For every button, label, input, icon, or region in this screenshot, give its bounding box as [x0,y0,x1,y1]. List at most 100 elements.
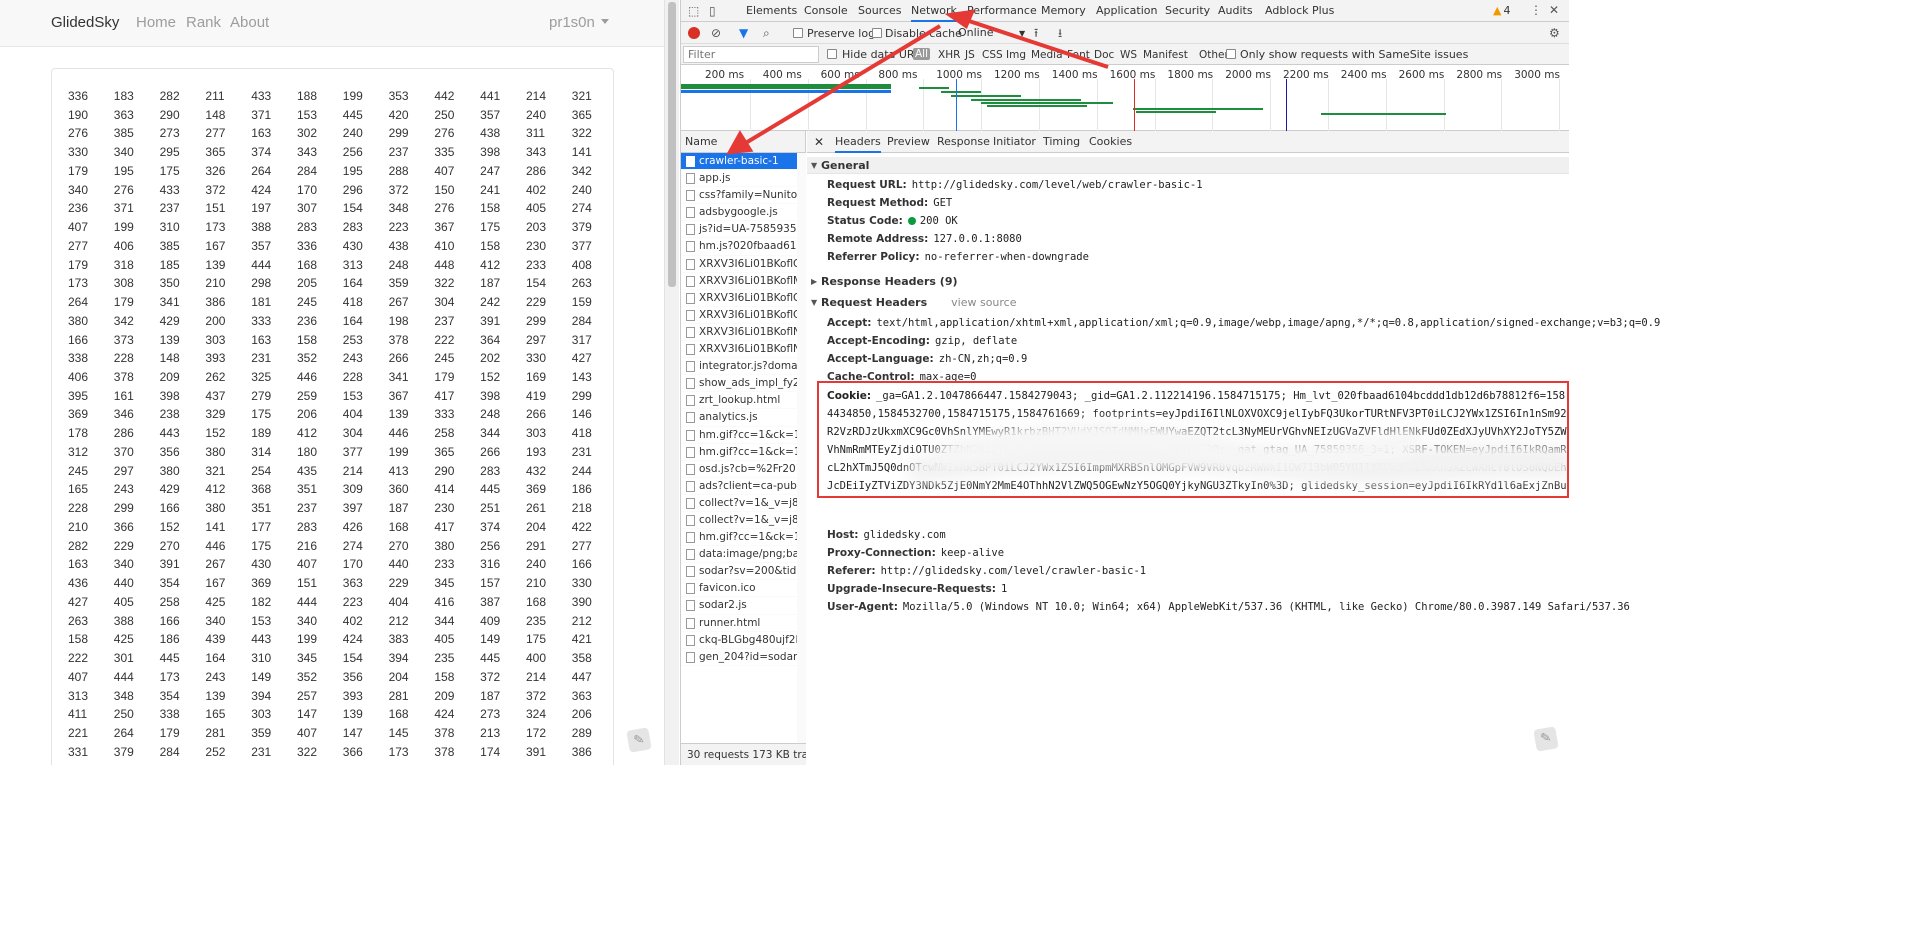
view-source-link[interactable]: view source [951,296,1016,309]
request-row[interactable]: runner.html [681,615,805,632]
tab-application[interactable]: Application [1096,0,1157,22]
disable-cache-checkbox[interactable] [872,28,882,38]
preserve-log-checkbox[interactable] [793,28,803,38]
filter-type-manifest[interactable]: Manifest [1143,49,1188,61]
network-overview-timeline[interactable]: 200 ms 400 ms 600 ms 800 ms 1000 ms 1200 ms 14… [681,65,1569,131]
settings-gear-icon[interactable]: ⚙ [1549,26,1560,40]
tab-initiator[interactable]: Initiator [993,131,1036,153]
request-row[interactable]: XRXV3I6Li01BKoflMe... [681,273,805,290]
request-headers-section-header[interactable]: ▼ Request Headers view source [807,294,1569,311]
tab-network[interactable]: Network [911,0,957,22]
request-row[interactable]: collect?v=1&_v=j81&... [681,495,805,512]
scrollbar-thumb[interactable] [668,2,676,287]
request-row[interactable]: sodar?sv=200&tid=g... [681,563,805,581]
number-cell: 175 [251,407,272,422]
tab-audits[interactable]: Audits [1218,0,1253,22]
tab-timing[interactable]: Timing [1043,131,1080,153]
tab-adblock-plus[interactable]: Adblock Plus [1265,0,1334,22]
record-icon[interactable] [688,27,700,39]
tab-response[interactable]: Response [937,131,990,153]
number-cell: 247 [480,163,501,178]
number-cell: 446 [296,370,318,385]
request-row[interactable]: gen_204?id=sodar2&... [681,649,805,666]
request-row[interactable]: XRXV3I6Li01BKoflOO... [681,256,805,273]
pencil-icon[interactable]: ✎ [1533,726,1559,752]
request-row[interactable]: XRXV3I6Li01BKoflNea... [681,324,805,342]
request-row[interactable]: favicon.ico [681,580,805,598]
request-row[interactable]: ckq-BLGbg480ujf2K0... [681,632,805,649]
number-cell: 222 [68,651,89,666]
request-row[interactable]: collect?v=1&_v=j81&... [681,512,805,530]
filter-icon[interactable]: ▼ [739,26,748,40]
more-options-icon[interactable]: ⋮ [1530,3,1542,17]
filter-type-ws[interactable]: WS [1120,49,1137,61]
list-scrollbar[interactable] [797,153,806,743]
device-toolbar-icon[interactable]: ▯ [709,4,716,18]
response-headers-section-header[interactable]: ▶ Response Headers (9) [807,273,1569,290]
request-row[interactable]: XRXV3I6Li01BKoflNea... [681,341,805,359]
request-row[interactable]: adsbygoogle.js [681,204,805,222]
nav-about-link[interactable]: About [230,14,269,31]
request-row[interactable]: js?id=UA-75859356-3 [681,221,805,239]
number-cell: 270 [159,538,180,553]
filter-type-font[interactable]: Font [1067,49,1090,61]
request-row[interactable]: data:image/png;base... [681,546,805,564]
export-har-icon[interactable]: ⭳ [1058,26,1062,40]
import-har-icon[interactable]: ⭱ [1034,26,1038,40]
request-row[interactable]: sodar2.js [681,597,805,615]
site-brand[interactable]: GlidedSky [51,14,119,31]
pencil-icon[interactable]: ✎ [626,727,652,753]
warnings-counter[interactable]: ▲ 4 [1493,4,1510,17]
close-details-icon[interactable]: ✕ [814,131,824,153]
samesite-checkbox[interactable] [1226,49,1236,59]
request-row[interactable]: app.js [681,170,805,188]
request-row[interactable]: integrator.js?domain... [681,358,805,376]
number-cell: 183 [113,89,134,103]
request-row[interactable]: hm.gif?cc=1&ck=1&c... [681,529,805,547]
filter-type-img[interactable]: Img [1006,49,1026,61]
request-row[interactable]: hm.gif?cc=1&ck=1&c... [681,427,805,444]
tab-security[interactable]: Security [1165,0,1210,22]
filter-type-css[interactable]: CSS [982,49,1003,61]
nav-home-link[interactable]: Home [136,14,176,31]
number-cell: 427 [68,594,89,609]
filter-type-js[interactable]: JS [965,49,975,61]
request-row[interactable]: show_ads_impl_fy201... [681,375,805,393]
request-row[interactable]: analytics.js [681,409,805,427]
request-row[interactable]: hm.js?020fbaad6104b... [681,238,805,256]
request-row[interactable]: osd.js?cb=%2Fr20100... [681,461,805,478]
number-cell: 243 [205,669,226,684]
request-row[interactable]: css?family=Nunito [681,187,805,205]
request-row[interactable]: hm.gif?cc=1&ck=1&c... [681,444,805,461]
search-icon[interactable]: ⌕ [763,26,770,40]
request-row[interactable]: XRXV3I6Li01BKoflO-a... [681,307,805,324]
general-section-header[interactable]: ▼ General [807,157,1569,174]
request-row[interactable]: zrt_lookup.html [681,392,805,410]
tab-console[interactable]: Console [804,0,848,22]
tab-headers[interactable]: Headers [835,131,881,153]
tab-elements[interactable]: Elements [746,0,797,22]
filter-type-xhr[interactable]: XHR [938,49,960,61]
filter-type-all[interactable]: All [913,48,931,60]
nav-rank-link[interactable]: Rank [186,14,221,31]
filter-type-media[interactable]: Media [1031,49,1063,61]
tab-memory[interactable]: Memory [1041,0,1086,22]
throttling-select[interactable]: Online ▼ [958,26,1025,39]
request-row[interactable]: XRXV3I6Li01BKoflOua... [681,290,805,307]
filter-type-doc[interactable]: Doc [1094,49,1114,61]
filter-type-other[interactable]: Other [1199,49,1229,61]
user-menu-dropdown[interactable]: pr1s0n [549,14,609,31]
request-row[interactable]: crawler-basic-1 [681,153,805,171]
filter-input[interactable] [683,46,819,63]
name-column-header[interactable]: Name [681,131,805,153]
close-icon[interactable]: ✕ [1549,3,1559,17]
inspect-element-icon[interactable]: ⬚ [688,4,699,18]
request-row[interactable]: ads?client=ca-pub-25... [681,478,805,495]
tab-preview[interactable]: Preview [887,131,930,153]
tab-cookies[interactable]: Cookies [1089,131,1132,153]
tab-performance[interactable]: Performance [967,0,1037,22]
clear-icon[interactable]: ⊘ [711,26,721,40]
hide-data-urls-checkbox[interactable] [827,49,837,59]
page-scrollbar[interactable] [664,0,679,765]
tab-sources[interactable]: Sources [858,0,902,22]
